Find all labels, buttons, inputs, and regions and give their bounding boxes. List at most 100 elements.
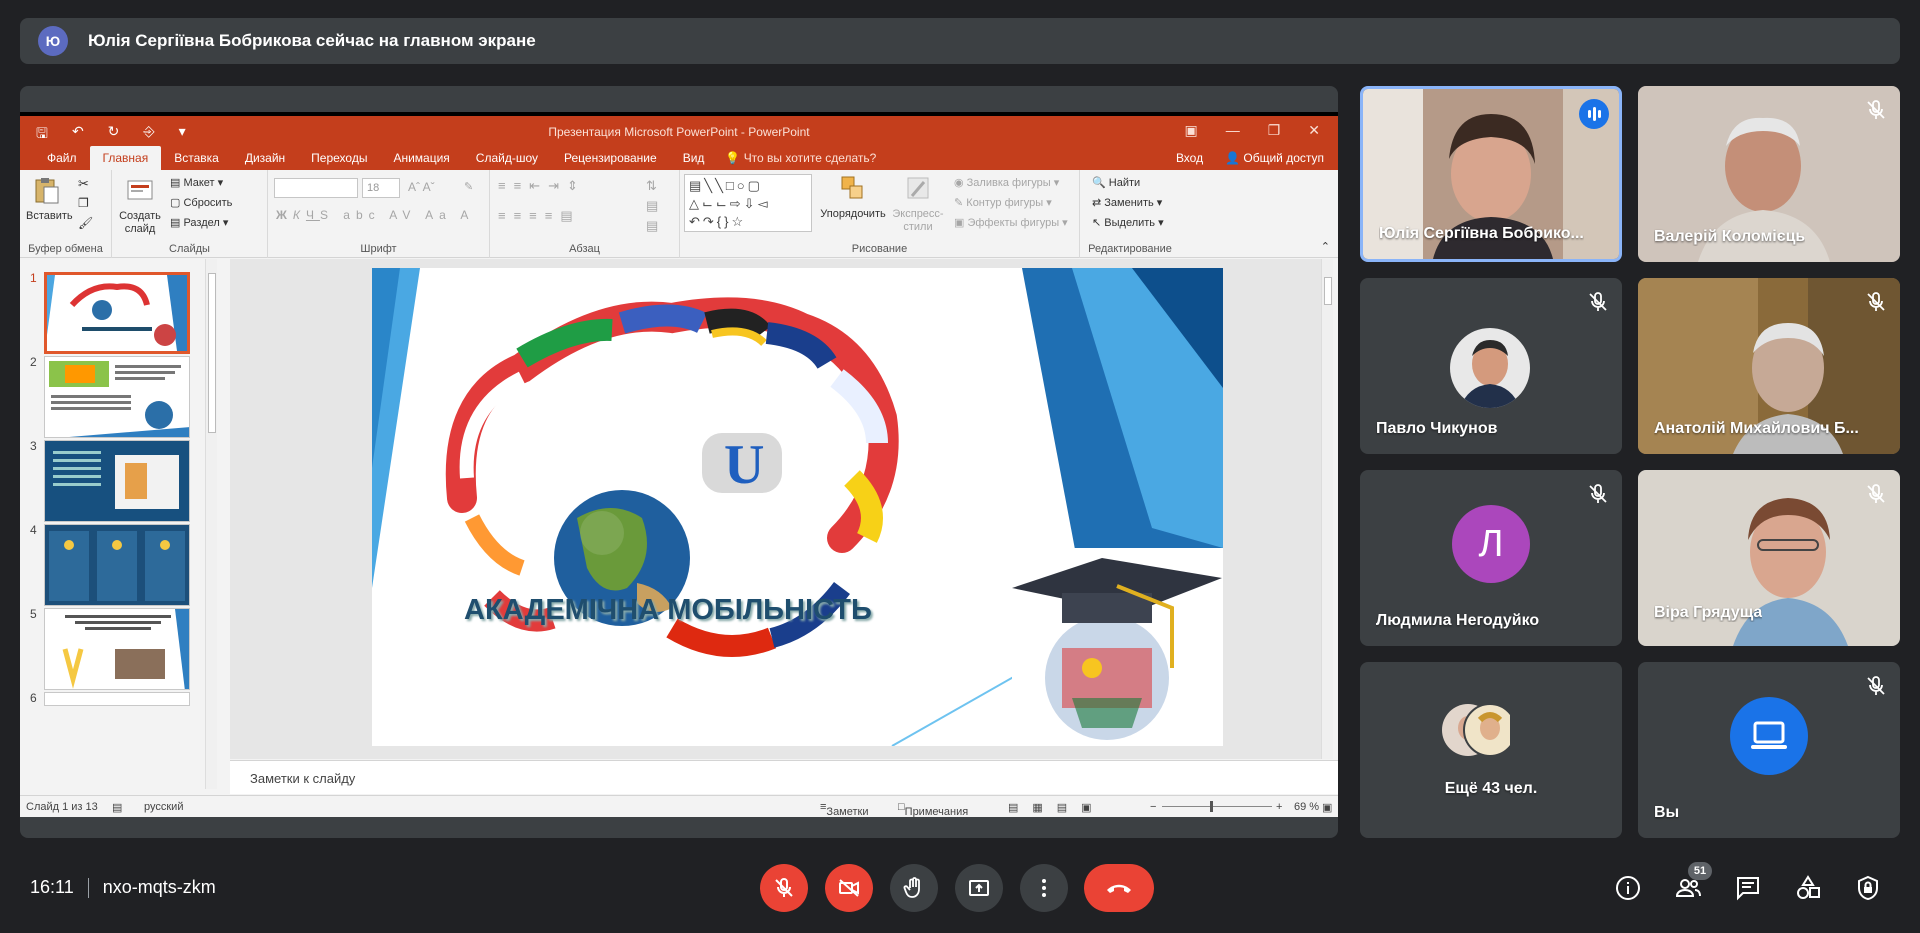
ribbon-display-icon[interactable]: ▣ bbox=[1184, 122, 1197, 139]
text-direction-icon[interactable]: ⇅ bbox=[646, 178, 657, 194]
select-button[interactable]: ↖ Выделить ▾ bbox=[1092, 216, 1164, 229]
ppt-window-title: Презентация Microsoft PowerPoint - Power… bbox=[548, 125, 810, 139]
tab-home[interactable]: Главная bbox=[89, 146, 162, 170]
slide-thumbnail-4[interactable] bbox=[44, 524, 190, 606]
participant-tile[interactable]: Юлія Сергіївна Бобрико... bbox=[1360, 86, 1622, 262]
zoom-slider-thumb[interactable] bbox=[1210, 801, 1213, 812]
tab-animations[interactable]: Анимация bbox=[380, 151, 462, 170]
meeting-time: 16:11 bbox=[30, 877, 74, 897]
zoom-level[interactable]: 69 % bbox=[1294, 801, 1319, 813]
language-indicator[interactable]: русский bbox=[144, 801, 183, 813]
notes-toggle[interactable]: ≡ Заметки bbox=[820, 801, 869, 818]
slide-thumbnail-5[interactable] bbox=[44, 608, 190, 690]
spellcheck-icon[interactable]: ▤ bbox=[112, 801, 122, 814]
notes-pane[interactable]: Заметки к слайду bbox=[230, 760, 1338, 794]
current-slide[interactable]: U АКАДЕМІЧНА МОБІЛЬНІСТЬ bbox=[372, 268, 1223, 746]
participant-tile[interactable]: Л Людмила Негодуйко bbox=[1360, 470, 1622, 646]
shape-fill-button[interactable]: ◉ Заливка фигуры ▾ bbox=[954, 176, 1059, 189]
slide-thumbnail-2[interactable] bbox=[44, 356, 190, 438]
zoom-out-icon[interactable]: − bbox=[1150, 801, 1156, 813]
slide-thumbnail-3[interactable] bbox=[44, 440, 190, 522]
thumbnails-scroll-thumb[interactable] bbox=[208, 273, 216, 433]
slide-thumbnail-6[interactable] bbox=[44, 692, 190, 706]
format-painter-icon[interactable]: 🖌 bbox=[78, 216, 93, 230]
participant-tile[interactable]: Віра Грядуща bbox=[1638, 470, 1900, 646]
minimize-icon[interactable]: — bbox=[1226, 122, 1240, 139]
shared-screen[interactable]: 🖫 ↶ ↻ ⎆ ▾ Презентация Microsoft PowerPoi… bbox=[20, 86, 1338, 838]
section-label: Раздел bbox=[183, 217, 220, 229]
shape-effects-label: Эффекты фигуры bbox=[967, 217, 1060, 229]
arrange-button[interactable]: Упорядочить bbox=[818, 174, 888, 220]
slide-title[interactable]: АКАДЕМІЧНА МОБІЛЬНІСТЬ bbox=[464, 594, 872, 627]
quick-styles-button[interactable]: Экспресс- стили bbox=[888, 174, 948, 234]
slide-4-thumb-image bbox=[45, 525, 189, 605]
more-options-button[interactable] bbox=[1020, 864, 1068, 912]
participant-tile[interactable]: Валерій Коломієць bbox=[1638, 86, 1900, 262]
zoom-slider[interactable] bbox=[1162, 806, 1272, 807]
view-buttons[interactable]: ▤▦▤▣ bbox=[1008, 801, 1106, 814]
slide-5-thumb-image bbox=[45, 609, 189, 689]
fit-slide-icon[interactable]: ▣ bbox=[1322, 801, 1332, 814]
list-buttons[interactable]: ≡≡⇤⇥⇕ bbox=[498, 178, 586, 194]
slide-thumbnails-pane[interactable]: 1 2 3 4 5 6 bbox=[20, 259, 225, 789]
shape-effects-button[interactable]: ▣ Эффекты фигуры ▾ bbox=[954, 216, 1068, 229]
new-slide-button[interactable]: Создать слайд bbox=[118, 176, 162, 236]
tab-design[interactable]: Дизайн bbox=[232, 151, 298, 170]
tab-transitions[interactable]: Переходы bbox=[298, 151, 380, 170]
participant-tile[interactable]: Анатолій Михайлович Б... bbox=[1638, 278, 1900, 454]
align-buttons[interactable]: ≡≡≡≡▤ bbox=[498, 208, 581, 224]
smartart-icon[interactable]: ▤ bbox=[646, 218, 658, 234]
participant-tile-self[interactable]: Вы bbox=[1638, 662, 1900, 838]
tab-review[interactable]: Рецензирование bbox=[551, 151, 670, 170]
signin-link[interactable]: Вход bbox=[1176, 151, 1203, 165]
comments-toggle[interactable]: □ Примечания bbox=[898, 801, 968, 818]
leave-call-button[interactable] bbox=[1084, 864, 1154, 912]
layout-button[interactable]: ▤ Макет ▾ bbox=[170, 176, 223, 189]
tell-me-search[interactable]: 💡 Что вы хотите сделать? bbox=[725, 151, 876, 170]
participant-tile[interactable]: Павло Чикунов bbox=[1360, 278, 1622, 454]
close-icon[interactable]: ✕ bbox=[1308, 122, 1320, 139]
editor-scrollbar[interactable] bbox=[1321, 259, 1333, 759]
meeting-details-button[interactable] bbox=[1612, 872, 1644, 904]
mic-toggle-button[interactable] bbox=[760, 864, 808, 912]
reset-button[interactable]: ▢ Сбросить bbox=[170, 196, 232, 209]
font-style-buttons[interactable]: ЖКЧS abc AV Aa A bbox=[276, 208, 474, 222]
find-button[interactable]: 🔍 Найти bbox=[1092, 176, 1140, 189]
host-controls-button[interactable] bbox=[1852, 872, 1884, 904]
shapes-gallery[interactable]: ▤╲╲□○▢ △⌙⌙⇨⇩◅ ↶↷{}☆ bbox=[684, 174, 812, 232]
font-size-field[interactable]: 18 bbox=[362, 178, 400, 198]
share-button[interactable]: 👤 Общий доступ bbox=[1225, 151, 1324, 165]
chat-button[interactable] bbox=[1732, 872, 1764, 904]
clear-format-icon[interactable]: ✎ bbox=[464, 180, 473, 193]
cut-icon[interactable]: ✂ bbox=[78, 176, 89, 192]
camera-toggle-button[interactable] bbox=[825, 864, 873, 912]
collapse-ribbon-icon[interactable]: ⌃ bbox=[1321, 240, 1330, 253]
tab-view[interactable]: Вид bbox=[670, 151, 718, 170]
raise-hand-button[interactable] bbox=[890, 864, 938, 912]
thumbnails-scrollbar[interactable] bbox=[205, 259, 217, 789]
editor-scroll-thumb[interactable] bbox=[1324, 277, 1332, 305]
align-text-icon[interactable]: ▤ bbox=[646, 198, 658, 214]
ribbon-home: Вставить ✂ ❐ 🖌 Буфер обмена Создать слай… bbox=[20, 170, 1338, 258]
copy-icon[interactable]: ❐ bbox=[78, 196, 89, 210]
replace-button[interactable]: ⇄ Заменить ▾ bbox=[1092, 196, 1162, 209]
grow-font-icon[interactable]: Aˆ Aˇ bbox=[408, 180, 435, 194]
participant-tile-overflow[interactable]: Ещё 43 чел. bbox=[1360, 662, 1622, 838]
slide-thumbnail-1[interactable] bbox=[44, 272, 190, 354]
restore-icon[interactable]: ❐ bbox=[1268, 122, 1281, 139]
section-button[interactable]: ▤ Раздел ▾ bbox=[170, 216, 228, 229]
tab-slideshow[interactable]: Слайд-шоу bbox=[463, 151, 551, 170]
more-vert-icon bbox=[1042, 879, 1046, 897]
slide-1-thumb-image bbox=[47, 275, 187, 351]
shape-outline-button[interactable]: ✎ Контур фигуры ▾ bbox=[954, 196, 1052, 209]
activities-button[interactable] bbox=[1792, 872, 1824, 904]
paste-button[interactable]: Вставить bbox=[26, 176, 73, 222]
window-controls: ▣ — ❐ ✕ bbox=[1184, 122, 1320, 139]
layout-label: Макет bbox=[183, 177, 215, 189]
present-screen-button[interactable] bbox=[955, 864, 1003, 912]
tab-insert[interactable]: Вставка bbox=[161, 151, 232, 170]
font-name-field[interactable] bbox=[274, 178, 358, 198]
slide-editor[interactable]: U АКАДЕМІЧНА МОБІЛЬНІСТЬ bbox=[230, 259, 1333, 759]
tab-file[interactable]: Файл bbox=[34, 151, 90, 170]
zoom-in-icon[interactable]: + bbox=[1276, 801, 1282, 813]
